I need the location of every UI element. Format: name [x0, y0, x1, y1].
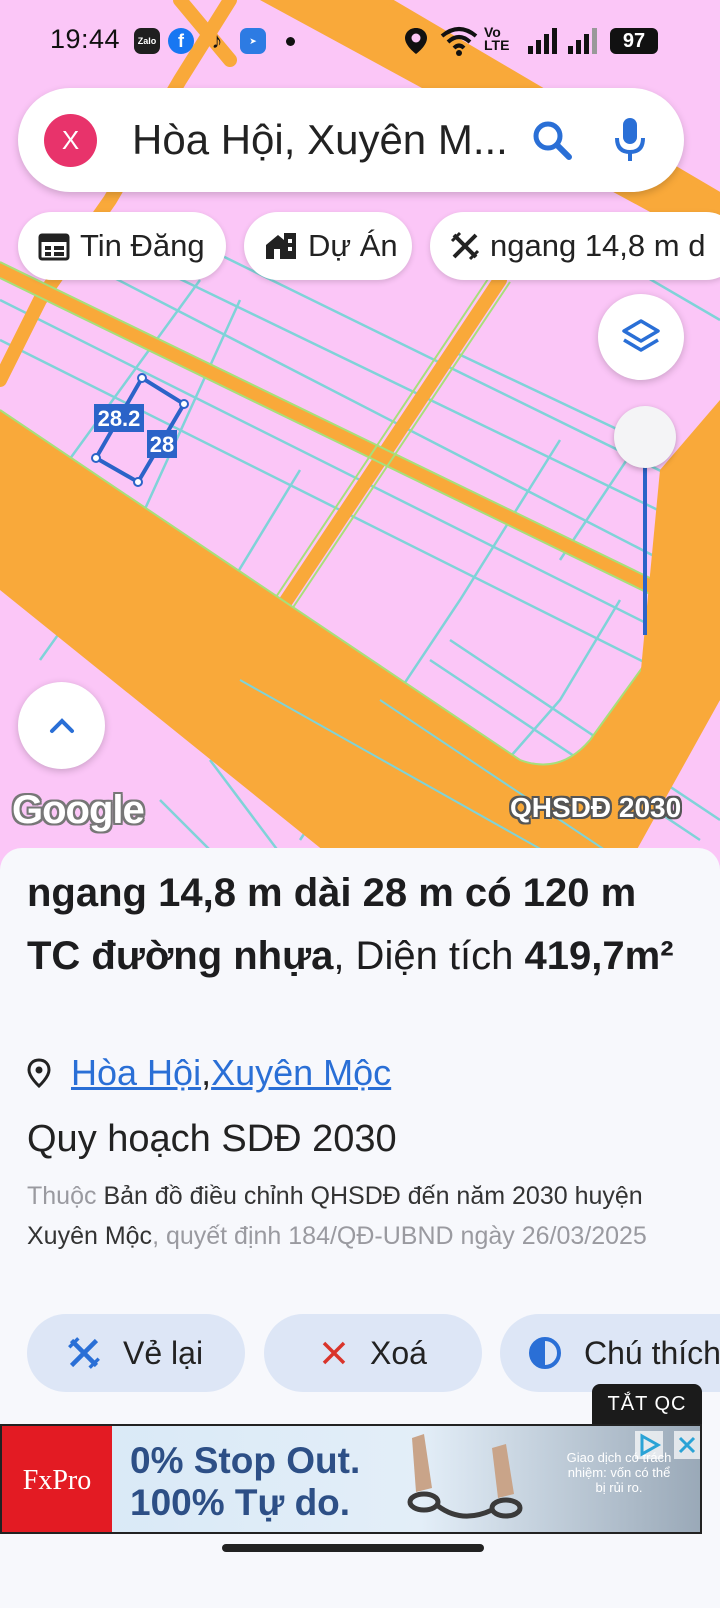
wifi-icon	[440, 27, 478, 56]
chip-projects[interactable]: Dự Án	[244, 212, 412, 280]
opacity-slider-track[interactable]	[643, 455, 647, 635]
calendar-icon	[38, 233, 70, 261]
location-link-district[interactable]: Xuyên Mộc	[211, 1052, 391, 1094]
legend-button[interactable]: Chú thích	[500, 1314, 720, 1392]
ad-brand-logo: FxPro	[2, 1426, 112, 1532]
plan-description: Thuộc Bản đồ điều chỉnh QHSDĐ đến năm 20…	[27, 1182, 647, 1250]
delete-label: Xoá	[370, 1334, 427, 1371]
redraw-icon	[68, 1337, 100, 1369]
chip-measure[interactable]: ngang 14,8 m d	[430, 212, 720, 280]
signal-icon	[528, 28, 597, 54]
redraw-button[interactable]: Vẻ lại	[27, 1314, 245, 1392]
ad-headline-2: 100% Tự do.	[130, 1482, 351, 1523]
volte-label: Vo LTE	[484, 24, 510, 53]
opacity-slider-knob[interactable]	[614, 406, 676, 468]
search-icon[interactable]	[530, 118, 574, 162]
google-logo: Google	[12, 788, 145, 832]
ruler-tool-icon	[450, 231, 480, 261]
map-view[interactable]: 28.2 28 19:44 Zalo f ♪ ➤ Vo LTE 97 X Hòa …	[0, 0, 720, 880]
messenger-icon: ➤	[240, 28, 266, 54]
chevron-up-icon	[49, 717, 74, 733]
contrast-icon	[529, 1337, 561, 1369]
status-bar: 19:44 Zalo f ♪ ➤ Vo LTE 97	[0, 0, 720, 82]
adchoices-icon[interactable]	[634, 1430, 664, 1460]
location-separator: ,	[201, 1052, 212, 1093]
chip-listings[interactable]: Tin Đăng	[18, 212, 226, 280]
mic-icon[interactable]	[614, 116, 646, 164]
facebook-icon: f	[168, 28, 194, 54]
listing-title: ngang 14,8 m dài 28 m có 120 m TC đường …	[27, 871, 674, 978]
chip-listings-label: Tin Đăng	[80, 228, 205, 263]
ad-banner[interactable]: FxPro 0% Stop Out. 100% Tự do. Giao dịch…	[0, 1424, 702, 1534]
location-pin-icon	[27, 1058, 51, 1088]
location-icon	[405, 28, 427, 54]
ad-close-icon[interactable]	[674, 1430, 700, 1460]
building-icon	[266, 233, 296, 259]
location-row: Hòa Hội , Xuyên Mộc	[27, 1052, 391, 1094]
legend-label: Chú thích	[584, 1334, 720, 1371]
plan-heading: Quy hoạch SDĐ 2030	[27, 1118, 397, 1160]
location-link-commune[interactable]: Hòa Hội	[71, 1052, 201, 1094]
notification-dot	[286, 37, 295, 46]
zalo-icon: Zalo	[134, 28, 160, 54]
chip-projects-label: Dự Án	[308, 228, 398, 263]
expand-panel-button[interactable]	[18, 682, 105, 769]
avatar[interactable]: X	[44, 114, 97, 167]
parcel-label-long: 28.2	[98, 406, 141, 431]
redraw-label: Vẻ lại	[123, 1334, 204, 1371]
layers-button[interactable]	[598, 294, 684, 380]
search-bar[interactable]: X Hòa Hội, Xuyên M...	[18, 88, 684, 192]
layers-icon	[622, 319, 660, 352]
chip-measure-label: ngang 14,8 m d	[490, 228, 706, 263]
ad-headline-1: 0% Stop Out.	[130, 1440, 361, 1481]
home-indicator[interactable]	[222, 1544, 484, 1552]
battery-indicator: 97	[610, 28, 658, 54]
status-time: 19:44	[50, 24, 121, 54]
delete-button[interactable]: Xoá	[264, 1314, 482, 1392]
tiktok-icon: ♪	[211, 28, 223, 53]
info-panel: ngang 14,8 m dài 28 m có 120 m TC đường …	[0, 848, 720, 1428]
chained-hands-illustration	[407, 1434, 523, 1519]
search-input[interactable]: Hòa Hội, Xuyên M...	[132, 116, 508, 164]
close-icon	[322, 1341, 346, 1365]
ad-close-button[interactable]: TẮT QC	[592, 1384, 702, 1424]
map-layer-label: QHSDĐ 2030	[510, 792, 682, 823]
parcel-label-short: 28	[150, 432, 174, 457]
